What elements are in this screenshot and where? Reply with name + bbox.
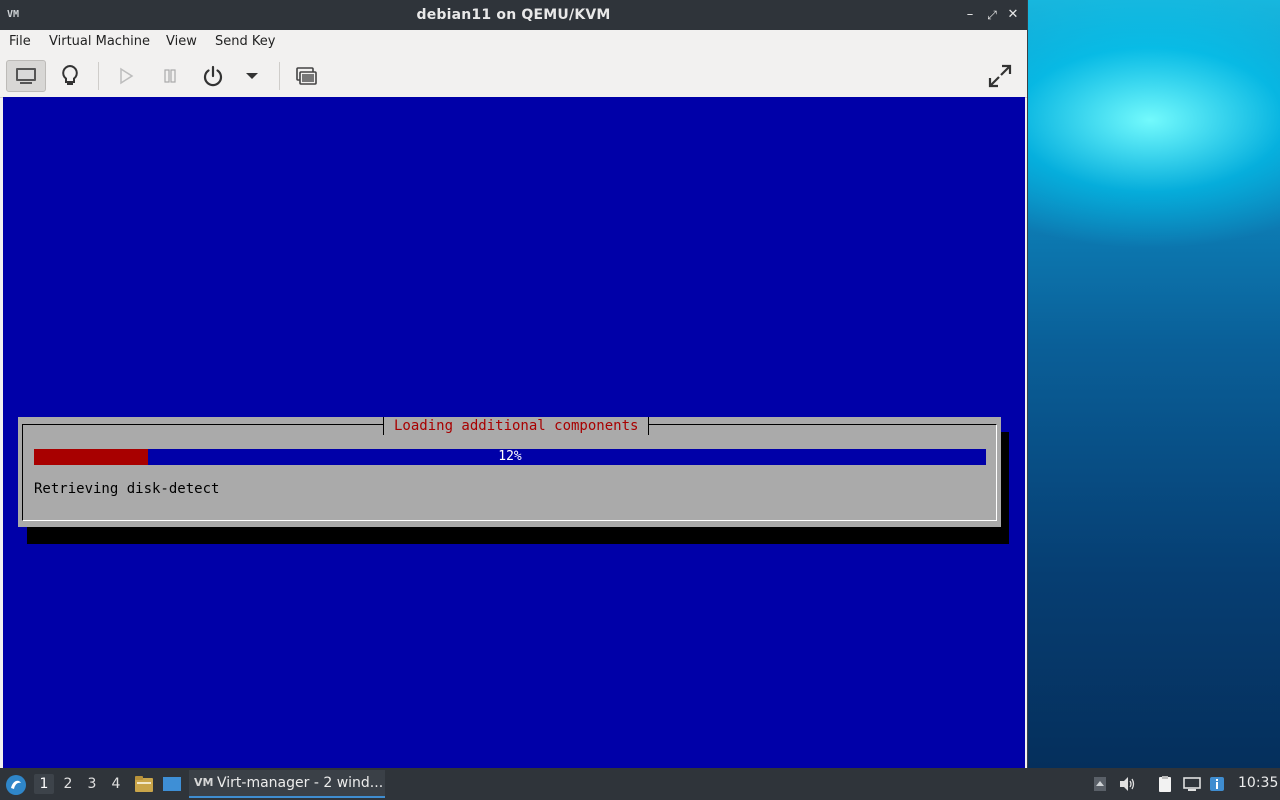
- dialog-frame: [22, 424, 997, 521]
- menu-view[interactable]: View: [166, 34, 197, 49]
- toolbar-separator: [98, 62, 99, 90]
- minimize-button[interactable]: –: [960, 5, 980, 25]
- menu-virtual-machine[interactable]: Virtual Machine: [49, 34, 150, 49]
- maximize-button[interactable]: ⤢: [982, 5, 1002, 25]
- status-text: Retrieving disk-detect: [34, 481, 220, 497]
- desktop-4-button[interactable]: 4: [106, 774, 126, 794]
- start-menu-button[interactable]: [5, 774, 27, 796]
- clipboard-icon: [1159, 776, 1171, 792]
- snapshots-button[interactable]: [286, 60, 326, 92]
- power-icon: [203, 65, 223, 87]
- vm-window: VM debian11 on QEMU/KVM – ⤢ ✕ File Virtu…: [0, 0, 1027, 768]
- file-manager-launcher[interactable]: [134, 774, 154, 794]
- lightbulb-icon: [62, 64, 78, 85]
- desktop-3-button[interactable]: 3: [82, 774, 102, 794]
- desktop-2-button[interactable]: 2: [58, 774, 78, 794]
- show-desktop-button[interactable]: [162, 774, 182, 794]
- menu-send-key[interactable]: Send Key: [215, 34, 275, 49]
- progress-bar: 12%: [34, 449, 986, 465]
- virt-manager-icon: VM: [194, 776, 214, 789]
- tray-expand-button[interactable]: [1090, 774, 1110, 794]
- dialog-title: Loading additional components: [383, 417, 650, 435]
- console-view-button[interactable]: [6, 60, 46, 92]
- progress-label: 12%: [498, 449, 522, 464]
- folder-icon: [135, 776, 153, 792]
- task-label: Virt-manager - 2 wind...: [217, 775, 384, 791]
- pause-icon: [164, 69, 176, 83]
- vm-console-display[interactable]: Loading additional components 12% Retrie…: [3, 97, 1025, 768]
- network-icon: [1183, 777, 1201, 791]
- clipboard-button[interactable]: [1155, 774, 1175, 794]
- network-button[interactable]: [1182, 774, 1202, 794]
- pause-button[interactable]: [150, 60, 190, 92]
- installer-dialog: Loading additional components 12% Retrie…: [18, 417, 1001, 527]
- window-title: debian11 on QEMU/KVM: [416, 7, 611, 23]
- lxqt-logo-icon: [6, 775, 26, 795]
- close-button[interactable]: ✕: [1003, 5, 1023, 25]
- desktop-1-button[interactable]: 1: [34, 774, 54, 794]
- clock[interactable]: 10:35: [1238, 775, 1278, 791]
- tray-arrow-icon: [1094, 777, 1106, 791]
- taskbar: 1 2 3 4 VM Virt-manager - 2 wind... 10:3…: [0, 768, 1280, 800]
- details-view-button[interactable]: [50, 60, 90, 92]
- power-button[interactable]: [193, 60, 233, 92]
- desktop-icon: [163, 777, 181, 791]
- power-menu-button[interactable]: [232, 60, 272, 92]
- toolbar: [0, 54, 1027, 98]
- taskbar-task-virt-manager[interactable]: VM Virt-manager - 2 wind...: [189, 770, 385, 798]
- snapshots-icon: [296, 67, 317, 85]
- menubar: File Virtual Machine View Send Key: [0, 30, 1027, 54]
- update-notifier-button[interactable]: [1207, 774, 1227, 794]
- info-icon: [1210, 777, 1224, 791]
- speaker-icon: [1120, 777, 1135, 791]
- play-icon: [120, 67, 134, 85]
- window-titlebar[interactable]: VM debian11 on QEMU/KVM – ⤢ ✕: [0, 0, 1027, 30]
- fullscreen-icon: [988, 64, 1012, 88]
- fullscreen-button[interactable]: [980, 60, 1020, 92]
- toolbar-separator: [279, 62, 280, 90]
- volume-button[interactable]: [1117, 774, 1137, 794]
- menu-file[interactable]: File: [9, 34, 31, 49]
- run-button[interactable]: [106, 60, 146, 92]
- monitor-icon: [16, 68, 36, 84]
- chevron-down-icon: [246, 73, 258, 79]
